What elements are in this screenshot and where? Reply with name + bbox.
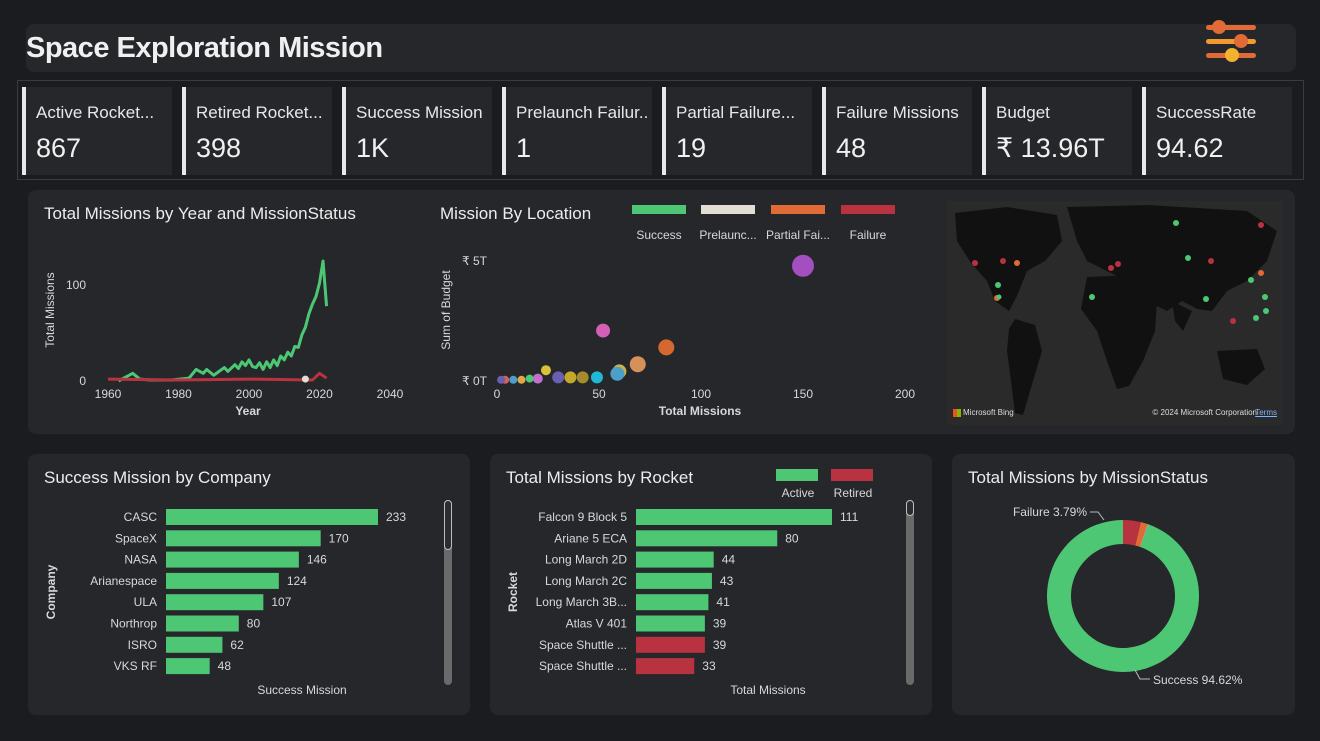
leader-line: [1090, 511, 1105, 521]
donut-chart[interactable]: Failure 3.79% Success 94.62%: [0, 0, 1320, 741]
slice-label-success: Success 94.62%: [1153, 673, 1243, 687]
slice-label-failure: Failure 3.79%: [1013, 505, 1087, 519]
leader-line: [1134, 669, 1150, 680]
